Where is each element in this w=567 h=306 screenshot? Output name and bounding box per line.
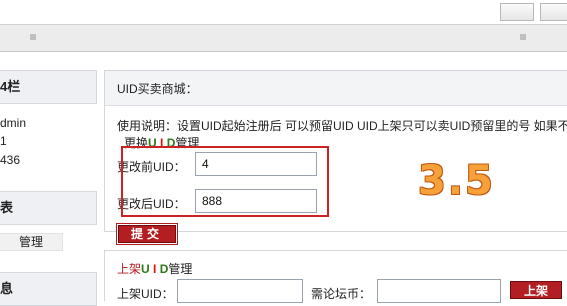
sidebar-heading: 表: [0, 191, 97, 225]
toolbar-button[interactable]: [540, 3, 567, 21]
sidebar-manage-link[interactable]: 管理: [0, 233, 63, 251]
shelf-uid-input[interactable]: [177, 279, 303, 303]
sidebar-username: dmin: [0, 116, 27, 130]
currency-input[interactable]: [377, 279, 501, 303]
version-annotation: 3.5: [418, 158, 495, 204]
sidebar: 4栏 dmin 1 436 表 管理 息: [0, 70, 98, 306]
sidebar-heading: 4栏: [0, 70, 97, 104]
shelf-panel: 上架U I D管理 上架UID： 需论坛币： 上架: [104, 250, 567, 303]
usage-description: 使用说明：设置UID起始注册后 可以预留UID UID上架只可以卖UID预留里的…: [117, 119, 567, 133]
panel-title: UID买卖商城：: [105, 71, 567, 106]
submit-button[interactable]: 提交: [117, 224, 177, 244]
nav-separator: [30, 34, 36, 40]
shelf-manage-link[interactable]: 上架U I D管理: [117, 260, 192, 277]
link-text: 上架: [117, 262, 142, 276]
shelf-button[interactable]: 上架: [510, 281, 562, 299]
sidebar-info: 1: [0, 134, 7, 148]
link-letter-i: I: [153, 262, 157, 276]
nav-bar: [0, 24, 567, 52]
link-letter-u: U: [141, 262, 150, 276]
highlight-box: [121, 146, 329, 217]
sidebar-heading: 息: [0, 272, 97, 306]
toolbar-button[interactable]: [500, 3, 534, 21]
nav-separator: [520, 34, 526, 40]
sidebar-info: 436: [0, 153, 21, 167]
top-bar: [0, 0, 567, 24]
currency-label: 需论坛币：: [311, 287, 372, 301]
link-text: 管理: [168, 262, 193, 276]
shelf-uid-label: 上架UID：: [117, 287, 174, 301]
